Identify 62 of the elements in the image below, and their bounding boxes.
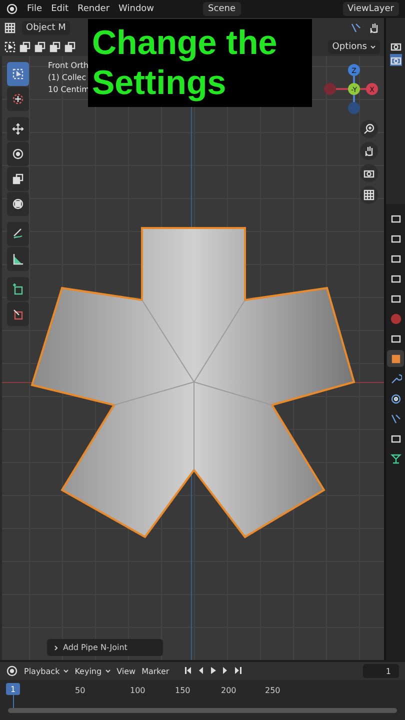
menu-item[interactable]: Render [78,4,110,14]
move-tool[interactable] [7,117,29,141]
target-icon [12,93,24,105]
transform-tool[interactable] [7,192,29,216]
knife-tool[interactable] [7,302,29,326]
timeline-menu[interactable]: Playback [24,666,69,676]
caption-text: Settings [92,63,228,103]
knife-icon [12,308,24,320]
frame-number: 200 [221,686,236,695]
selection-mode-icon[interactable] [49,40,61,52]
playhead[interactable]: 1 [6,683,20,695]
timeline-menu[interactable]: Keying [74,666,111,676]
current-frame-field[interactable]: 1 [363,664,399,678]
chevron-icon [370,44,376,50]
hand-icon[interactable] [360,142,378,160]
selection-mode-icon[interactable] [4,40,16,52]
transform-icon [12,198,24,210]
frame-number: 150 [175,686,190,695]
select-box-tool[interactable] [7,62,29,86]
operator-panel[interactable]: Add Pipe N-Joint [47,639,163,656]
rotate-icon [12,148,24,160]
chevron-icon [104,668,111,674]
editor-type-icon[interactable] [4,22,16,34]
annotate-icon [12,228,24,240]
menu-item[interactable]: Edit [51,4,68,14]
menu-item[interactable]: File [27,4,42,14]
frame-number: 250 [265,686,280,695]
chevron-icon [62,668,69,674]
timeline-menu[interactable]: Marker [142,666,170,676]
selection-mode-icon[interactable] [19,40,31,52]
annotate-tool[interactable] [7,222,29,246]
view-layer-selector[interactable]: ViewLayer [342,2,399,16]
scale-tool[interactable] [7,167,29,191]
addcube-icon [12,283,24,295]
cursor-tool[interactable] [7,87,29,111]
selection-mode-icon[interactable] [34,40,46,52]
chevron-icon [53,644,59,650]
add-cube-tool[interactable] [7,277,29,301]
timeline-menu[interactable]: View [116,666,136,676]
frame-number: 50 [75,686,86,695]
zoom-icon[interactable] [360,120,378,138]
caption-text: Change the [92,23,278,63]
viewport-info-text: 10 Centim [48,85,90,94]
viewport-info-text: (1) Collec [48,73,88,82]
measure-icon [12,253,24,265]
camera-icon[interactable] [390,54,402,66]
operator-label: Add Pipe N-Joint [63,643,128,652]
camera-icon[interactable] [360,164,378,182]
menu-item[interactable]: Window [118,4,154,14]
mode-dropdown[interactable]: Object M [22,20,70,34]
object-icon[interactable] [387,350,404,367]
selection-mode-icon[interactable] [64,40,76,52]
rotate-tool[interactable] [7,142,29,166]
timeline-scrollbar[interactable] [8,708,397,713]
move-icon [12,123,24,135]
scale-icon [12,173,24,185]
options-dropdown[interactable]: Options [328,40,380,54]
scene-selector[interactable]: Scene [203,2,240,16]
frame-number: 100 [130,686,146,695]
measure-tool[interactable] [7,247,29,271]
grid-icon[interactable] [360,186,378,204]
viewport-info-text: Front Orth [48,61,90,70]
